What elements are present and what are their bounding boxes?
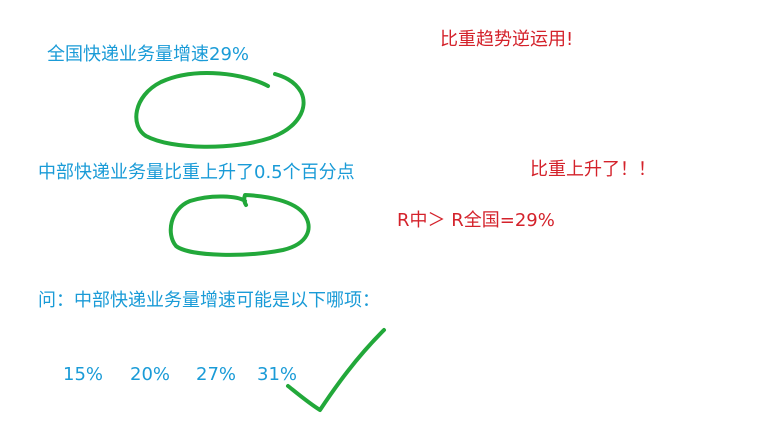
check-mark-icon <box>286 328 386 412</box>
statement-national-growth: 全国快递业务量增速29% <box>47 44 250 65</box>
note-trend-reverse: 比重趋势逆运用! <box>440 29 574 50</box>
question-text: 问：中部快递业务量增速可能是以下哪项： <box>38 290 380 311</box>
formula-comparison: R中＞ R全国=29% <box>397 210 555 231</box>
option-a: 15% <box>63 364 104 385</box>
green-circle-large <box>134 71 306 149</box>
note-share-rise: 比重上升了！！ <box>530 159 656 180</box>
option-d: 31% <box>257 364 298 385</box>
green-circle-small <box>168 193 311 257</box>
option-c: 27% <box>196 364 237 385</box>
statement-central-share: 中部快递业务量比重上升了0.5个百分点 <box>38 162 355 183</box>
option-b: 20% <box>130 364 171 385</box>
